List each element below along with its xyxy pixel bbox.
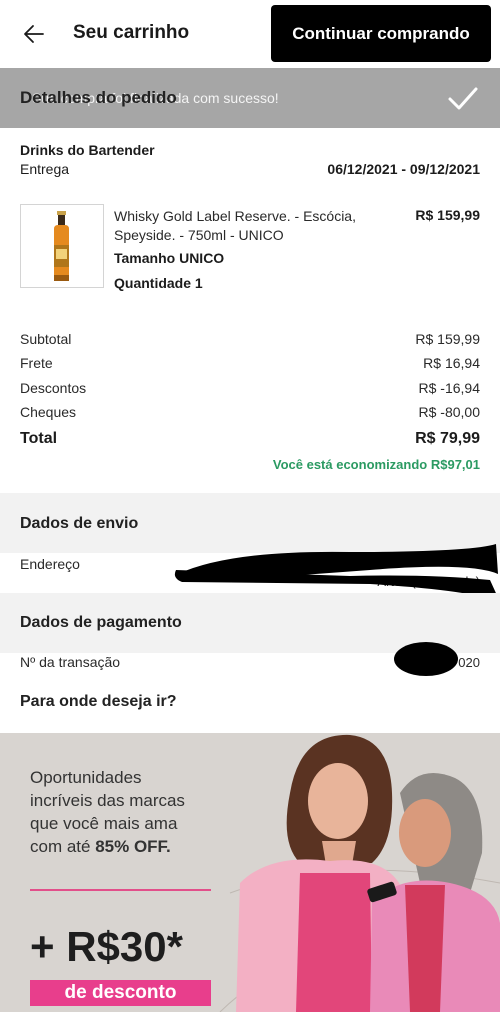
subtotal-label: Subtotal [20,331,72,347]
page-title: Seu carrinho [73,22,190,43]
delivery-label: Entrega [20,161,70,177]
shipping-section-title: Dados de envio [20,515,139,532]
promo-amount: + R$30* [30,923,183,970]
promo-discount-tag: de desconto [30,980,211,1006]
transaction-value: 020 [458,655,480,670]
delivery-dates: 06/12/2021 - 09/12/2021 [327,161,480,177]
whisky-bottle-icon [54,211,69,281]
transaction-label: Nº da transação [20,654,121,670]
top-bar: Seu carrinho Continuar comprando [0,0,500,68]
payment-section-title: Dados de pagamento [20,614,182,631]
product-image[interactable] [20,204,104,288]
address-label: Endereço [20,556,80,572]
product-price: R$ 159,99 [415,207,480,223]
promo-line-4-prefix: com até [30,837,96,856]
discounts-value: R$ -16,94 [418,380,480,396]
promo-line-2: incríveis das marcas [30,791,185,810]
continue-shopping-button[interactable]: Continuar comprando [271,5,491,62]
check-icon [448,87,478,110]
discounts-label: Descontos [20,380,87,396]
total-label: Total [20,430,58,447]
store-name: Drinks do Bartender [20,142,155,158]
vouchers-label: Cheques [20,404,77,420]
shipping-fee-label: Frete [20,355,53,371]
navigate-section-title: Para onde deseja ir? [20,693,177,710]
redaction-blob [394,642,458,676]
promo-line-1: Oportunidades [30,768,142,787]
promo-banner[interactable]: Oportunidades incríveis das marcas que v… [0,733,500,1012]
back-arrow-icon[interactable] [22,22,46,46]
savings-note: Você está economizando R$97,01 [272,457,480,472]
promo-line-4: com até 85% OFF. [30,837,171,857]
total-value: R$ 79,99 [415,430,480,447]
shipping-fee-value: R$ 16,94 [423,355,480,371]
promo-discount-percent: 85% OFF. [95,837,171,856]
product-size: Tamanho UNICO [114,250,225,266]
product-quantity: Quantidade 1 [114,275,203,291]
promo-line-3: que você mais ama [30,814,178,833]
order-details-title: Detalhes do pedido [20,88,177,107]
vouchers-value: R$ -80,00 [418,404,480,420]
subtotal-value: R$ 159,99 [415,331,480,347]
product-name: Whisky Gold Label Reserve. - Escócia, Sp… [114,208,356,243]
promo-divider [30,889,211,891]
